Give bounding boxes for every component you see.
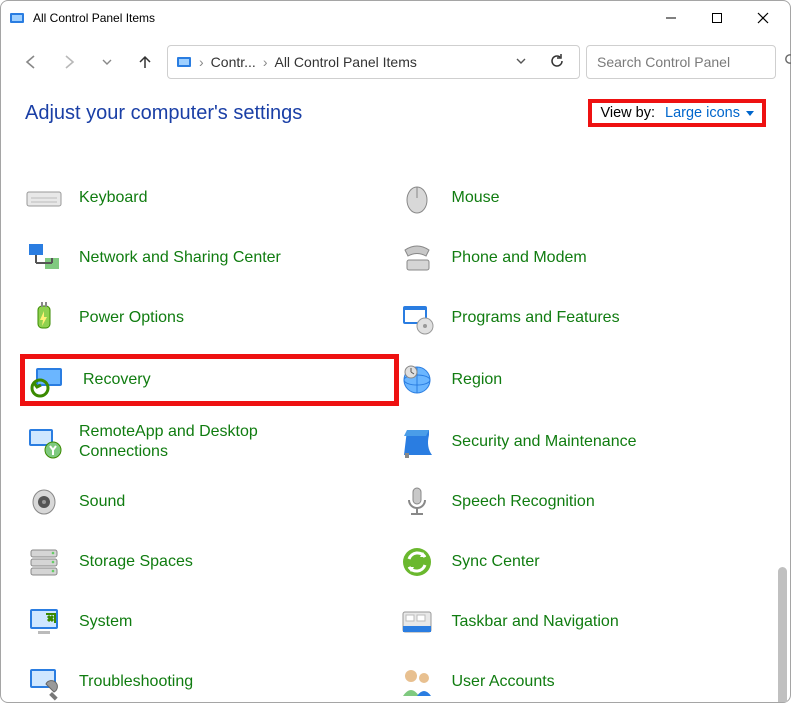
item-label: Security and Maintenance xyxy=(452,432,637,452)
sync-icon xyxy=(396,541,438,583)
breadcrumb-dropdown-button[interactable] xyxy=(509,54,533,70)
control-panel-item[interactable]: Phone and Modem xyxy=(396,237,769,279)
item-label: Programs and Features xyxy=(452,308,620,328)
control-panel-item[interactable]: Network and Sharing Center xyxy=(23,237,396,279)
item-label: Sound xyxy=(79,492,125,512)
remoteapp-icon xyxy=(23,421,65,463)
toolbar: › Contr... › All Control Panel Items xyxy=(1,35,790,89)
taskbar-icon xyxy=(396,601,438,643)
view-by-value[interactable]: Large icons xyxy=(665,105,754,121)
item-label: Sync Center xyxy=(452,552,540,572)
minimize-button[interactable] xyxy=(648,3,694,33)
view-by-label: View by: xyxy=(600,105,655,121)
control-panel-item[interactable]: Region xyxy=(396,357,769,403)
item-label: User Accounts xyxy=(452,672,555,692)
recovery-icon xyxy=(27,359,69,401)
phone-icon xyxy=(396,237,438,279)
control-panel-item[interactable]: Sound xyxy=(23,481,396,523)
address-bar[interactable]: › Contr... › All Control Panel Items xyxy=(167,45,580,79)
item-label: System xyxy=(79,612,132,632)
troubleshoot-icon xyxy=(23,661,65,702)
control-panel-item[interactable]: Speech Recognition xyxy=(396,481,769,523)
scrollbar-thumb[interactable] xyxy=(778,567,787,702)
item-label: Speech Recognition xyxy=(452,492,595,512)
items-area: Keyboard Mouse Network and Sharing Center P… xyxy=(1,173,790,702)
back-button[interactable] xyxy=(15,46,47,78)
up-button[interactable] xyxy=(129,46,161,78)
item-label: Phone and Modem xyxy=(452,248,587,268)
security-icon xyxy=(396,421,438,463)
breadcrumb-sep-icon: › xyxy=(199,54,204,70)
search-icon xyxy=(784,53,791,71)
control-panel-item[interactable]: Taskbar and Navigation xyxy=(396,601,769,643)
network-icon xyxy=(23,237,65,279)
control-panel-item[interactable]: Sync Center xyxy=(396,541,769,583)
control-panel-item[interactable]: System xyxy=(23,601,396,643)
chevron-down-icon xyxy=(746,111,754,116)
control-panel-icon xyxy=(9,10,25,26)
heading-row: Adjust your computer's settings View by:… xyxy=(1,89,790,133)
item-label: Region xyxy=(452,370,503,390)
control-panel-item[interactable]: RemoteApp and Desktop Connections xyxy=(23,421,396,463)
breadcrumb-sep-icon: › xyxy=(263,54,268,70)
control-panel-item[interactable]: Keyboard xyxy=(23,177,396,219)
item-label: Mouse xyxy=(452,188,500,208)
close-button[interactable] xyxy=(740,3,786,33)
search-input[interactable] xyxy=(597,54,778,70)
control-panel-item[interactable]: Security and Maintenance xyxy=(396,421,769,463)
item-label: Troubleshooting xyxy=(79,672,193,692)
item-label: Recovery xyxy=(83,370,151,390)
titlebar: All Control Panel Items xyxy=(1,1,790,35)
control-panel-item[interactable]: Power Options xyxy=(23,297,396,339)
item-label: Taskbar and Navigation xyxy=(452,612,619,632)
item-label: Power Options xyxy=(79,308,184,328)
refresh-button[interactable] xyxy=(543,53,571,72)
breadcrumb-seg-1[interactable]: Contr... xyxy=(211,54,256,70)
mouse-icon xyxy=(396,177,438,219)
maximize-button[interactable] xyxy=(694,3,740,33)
item-label: Network and Sharing Center xyxy=(79,248,281,268)
users-icon xyxy=(396,661,438,702)
item-label: Keyboard xyxy=(79,188,148,208)
recent-locations-button[interactable] xyxy=(91,46,123,78)
control-panel-item[interactable]: User Accounts xyxy=(396,661,769,702)
item-label: Storage Spaces xyxy=(79,552,193,572)
power-icon xyxy=(23,297,65,339)
item-label: RemoteApp and Desktop Connections xyxy=(79,422,309,462)
control-panel-item[interactable]: Programs and Features xyxy=(396,297,769,339)
control-panel-item[interactable]: Troubleshooting xyxy=(23,661,396,702)
control-panel-item[interactable]: Mouse xyxy=(396,177,769,219)
search-box[interactable] xyxy=(586,45,776,79)
control-panel-item[interactable]: Storage Spaces xyxy=(23,541,396,583)
breadcrumb-icon xyxy=(176,54,192,70)
keyboard-icon xyxy=(23,177,65,219)
window-title: All Control Panel Items xyxy=(33,11,155,25)
breadcrumb-seg-2[interactable]: All Control Panel Items xyxy=(274,54,416,70)
sound-icon xyxy=(23,481,65,523)
system-icon xyxy=(23,601,65,643)
region-icon xyxy=(396,359,438,401)
view-by-control[interactable]: View by: Large icons xyxy=(588,99,766,127)
page-title: Adjust your computer's settings xyxy=(25,102,302,125)
storage-icon xyxy=(23,541,65,583)
programs-icon xyxy=(396,297,438,339)
speech-icon xyxy=(396,481,438,523)
control-panel-item[interactable]: Recovery xyxy=(23,357,396,403)
forward-button[interactable] xyxy=(53,46,85,78)
